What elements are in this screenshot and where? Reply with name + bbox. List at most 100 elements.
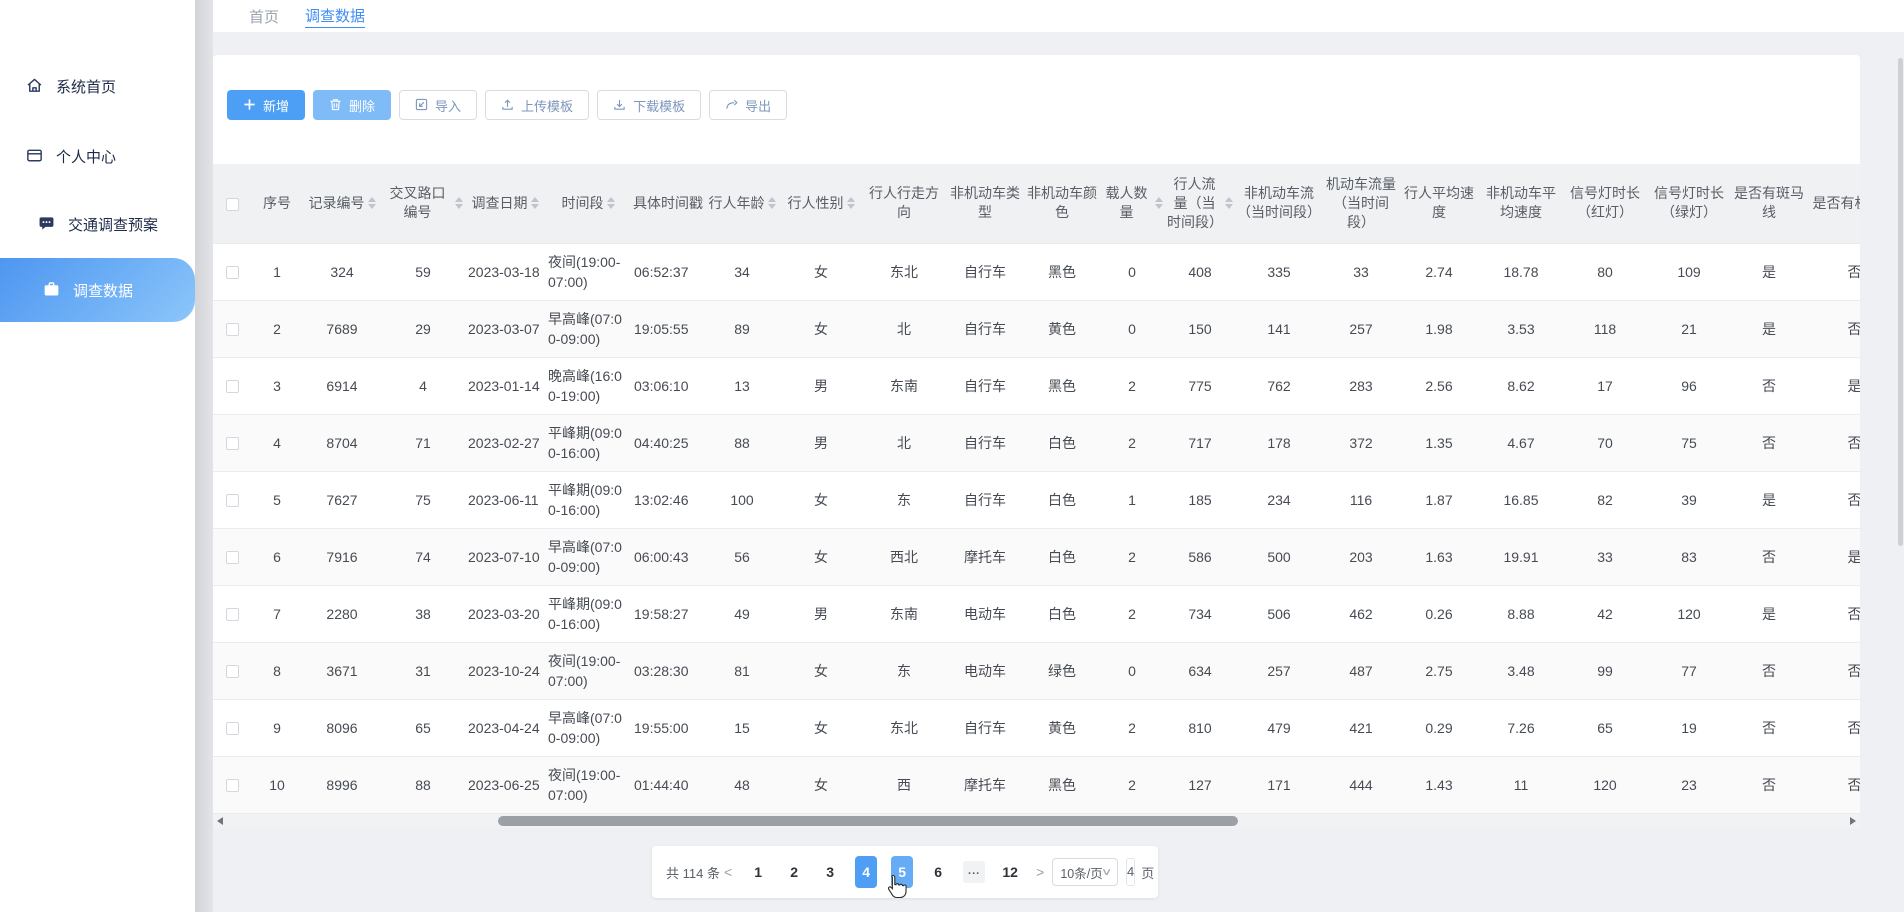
table-cell: 8704 xyxy=(303,414,381,471)
page-number-button[interactable]: 2 xyxy=(783,856,805,888)
table-cell: 4.67 xyxy=(1479,414,1563,471)
table-cell: 71 xyxy=(381,414,465,471)
sort-carets-icon[interactable] xyxy=(1225,197,1233,209)
row-checkbox[interactable] xyxy=(226,722,239,735)
table-cell: 89 xyxy=(705,300,779,357)
table-cell: 平峰期(09:00-16:00) xyxy=(545,471,631,528)
row-checkbox[interactable] xyxy=(226,266,239,279)
sidebar-item-2[interactable]: 个人中心 xyxy=(0,130,195,182)
page-number-button[interactable]: 4 xyxy=(855,856,877,888)
row-checkbox-cell xyxy=(213,243,251,300)
row-checkbox[interactable] xyxy=(226,665,239,678)
column-header-label: 非机动车类型 xyxy=(947,184,1023,222)
trash-icon xyxy=(329,98,343,112)
table-cell: 否 xyxy=(1807,300,1860,357)
page-number-button[interactable]: 3 xyxy=(819,856,841,888)
table-cell: 10 xyxy=(251,756,303,813)
horizontal-scrollbar-thumb[interactable] xyxy=(498,816,1238,826)
table-row: 48704712023-02-27平峰期(09:00-16:00)04:40:2… xyxy=(213,414,1860,471)
table-cell: 120 xyxy=(1563,756,1647,813)
sort-carets-icon[interactable] xyxy=(531,197,539,209)
sidebar-item-1[interactable]: 系统首页 xyxy=(0,60,195,112)
table-cell: 8.62 xyxy=(1479,357,1563,414)
table-cell: 21 xyxy=(1647,300,1731,357)
column-header: 记录编号 xyxy=(303,164,381,243)
row-checkbox[interactable] xyxy=(226,323,239,336)
column-header: 是否有斑马线 xyxy=(1731,164,1807,243)
table-cell: 82 xyxy=(1563,471,1647,528)
table-cell: 早高峰(07:00-09:00) xyxy=(545,699,631,756)
next-page-button[interactable]: > xyxy=(1034,864,1046,880)
scroll-right-arrow-icon[interactable] xyxy=(1850,817,1856,825)
row-checkbox[interactable] xyxy=(226,608,239,621)
add-button[interactable]: 新增 xyxy=(227,90,305,120)
prev-page-button[interactable]: < xyxy=(722,864,734,880)
table-cell: 是 xyxy=(1731,300,1807,357)
table-cell: 462 xyxy=(1323,585,1399,642)
table-cell: 女 xyxy=(779,756,863,813)
breadcrumb-item[interactable]: 调查数据 xyxy=(305,5,365,28)
table-cell: 7627 xyxy=(303,471,381,528)
page-number-button[interactable]: 5 xyxy=(891,856,913,888)
column-header-content: 载人数量 xyxy=(1101,184,1163,222)
traffic-survey-page: 系统首页个人中心交通调查预案调查数据 首页调查数据 新增删除导入上传模板下载模板… xyxy=(0,0,1904,912)
import-button[interactable]: 导入 xyxy=(399,90,477,120)
table-cell: 否 xyxy=(1731,756,1807,813)
table-cell: 2023-03-18 xyxy=(465,243,545,300)
sort-carets-icon[interactable] xyxy=(455,197,463,209)
column-header-label: 行人年龄 xyxy=(709,194,765,213)
sidebar-item-3[interactable]: 交通调查预案 xyxy=(0,198,195,250)
table-cell: 283 xyxy=(1323,357,1399,414)
column-header-label: 序号 xyxy=(263,194,291,213)
jump-page-suffix: 页 xyxy=(1141,863,1154,882)
page-number-button[interactable]: 6 xyxy=(927,856,949,888)
page-number-button[interactable]: 12 xyxy=(999,856,1021,888)
table-cell: 7.26 xyxy=(1479,699,1563,756)
row-checkbox[interactable] xyxy=(226,437,239,450)
table-cell: 15 xyxy=(705,699,779,756)
table-cell: 120 xyxy=(1647,585,1731,642)
export-button[interactable]: 导出 xyxy=(709,90,787,120)
table-cell: 2023-01-14 xyxy=(465,357,545,414)
column-header-label: 时间段 xyxy=(562,194,604,213)
row-checkbox-cell xyxy=(213,585,251,642)
table-cell: 黑色 xyxy=(1025,357,1099,414)
page-number-button[interactable]: 1 xyxy=(747,856,769,888)
upload-template-button[interactable]: 上传模板 xyxy=(485,90,589,120)
row-checkbox[interactable] xyxy=(226,494,239,507)
column-header-label: 调查日期 xyxy=(472,194,528,213)
delete-button[interactable]: 删除 xyxy=(313,90,391,120)
table-cell: 13:02:46 xyxy=(631,471,705,528)
row-checkbox[interactable] xyxy=(226,551,239,564)
more-pages-button[interactable]: ... xyxy=(963,861,985,883)
table-cell: 17 xyxy=(1563,357,1647,414)
table-cell: 2023-10-24 xyxy=(465,642,545,699)
sort-carets-icon[interactable] xyxy=(768,197,776,209)
table-cell: 是 xyxy=(1731,585,1807,642)
row-checkbox[interactable] xyxy=(226,380,239,393)
table-cell: 04:40:25 xyxy=(631,414,705,471)
page-size-value: 10条/页 xyxy=(1060,863,1102,882)
table-cell: 1 xyxy=(1099,471,1165,528)
sort-carets-icon[interactable] xyxy=(368,197,376,209)
button-label: 下载模板 xyxy=(633,96,685,115)
table-cell: 9 xyxy=(251,699,303,756)
download-template-button[interactable]: 下载模板 xyxy=(597,90,701,120)
sort-carets-icon[interactable] xyxy=(847,197,855,209)
sidebar-item-4[interactable]: 调查数据 xyxy=(0,258,195,322)
table-cell: 8096 xyxy=(303,699,381,756)
table-cell: 东南 xyxy=(863,585,945,642)
select-all-checkbox[interactable] xyxy=(226,198,239,211)
page-size-select[interactable]: 10条/页∨ xyxy=(1052,858,1118,886)
table-row: 3691442023-01-14晚高峰(16:00-19:00)03:06:10… xyxy=(213,357,1860,414)
vertical-scrollbar-thumb[interactable] xyxy=(1898,58,1903,546)
horizontal-scrollbar[interactable] xyxy=(213,814,1860,828)
sort-carets-icon[interactable] xyxy=(607,197,615,209)
header-checkbox-cell xyxy=(213,164,251,243)
scroll-left-arrow-icon[interactable] xyxy=(217,817,223,825)
jump-page-input[interactable]: 4 xyxy=(1126,858,1135,886)
table-cell: 北 xyxy=(863,300,945,357)
table-cell: 2 xyxy=(1099,585,1165,642)
sort-carets-icon[interactable] xyxy=(1155,197,1163,209)
row-checkbox[interactable] xyxy=(226,779,239,792)
